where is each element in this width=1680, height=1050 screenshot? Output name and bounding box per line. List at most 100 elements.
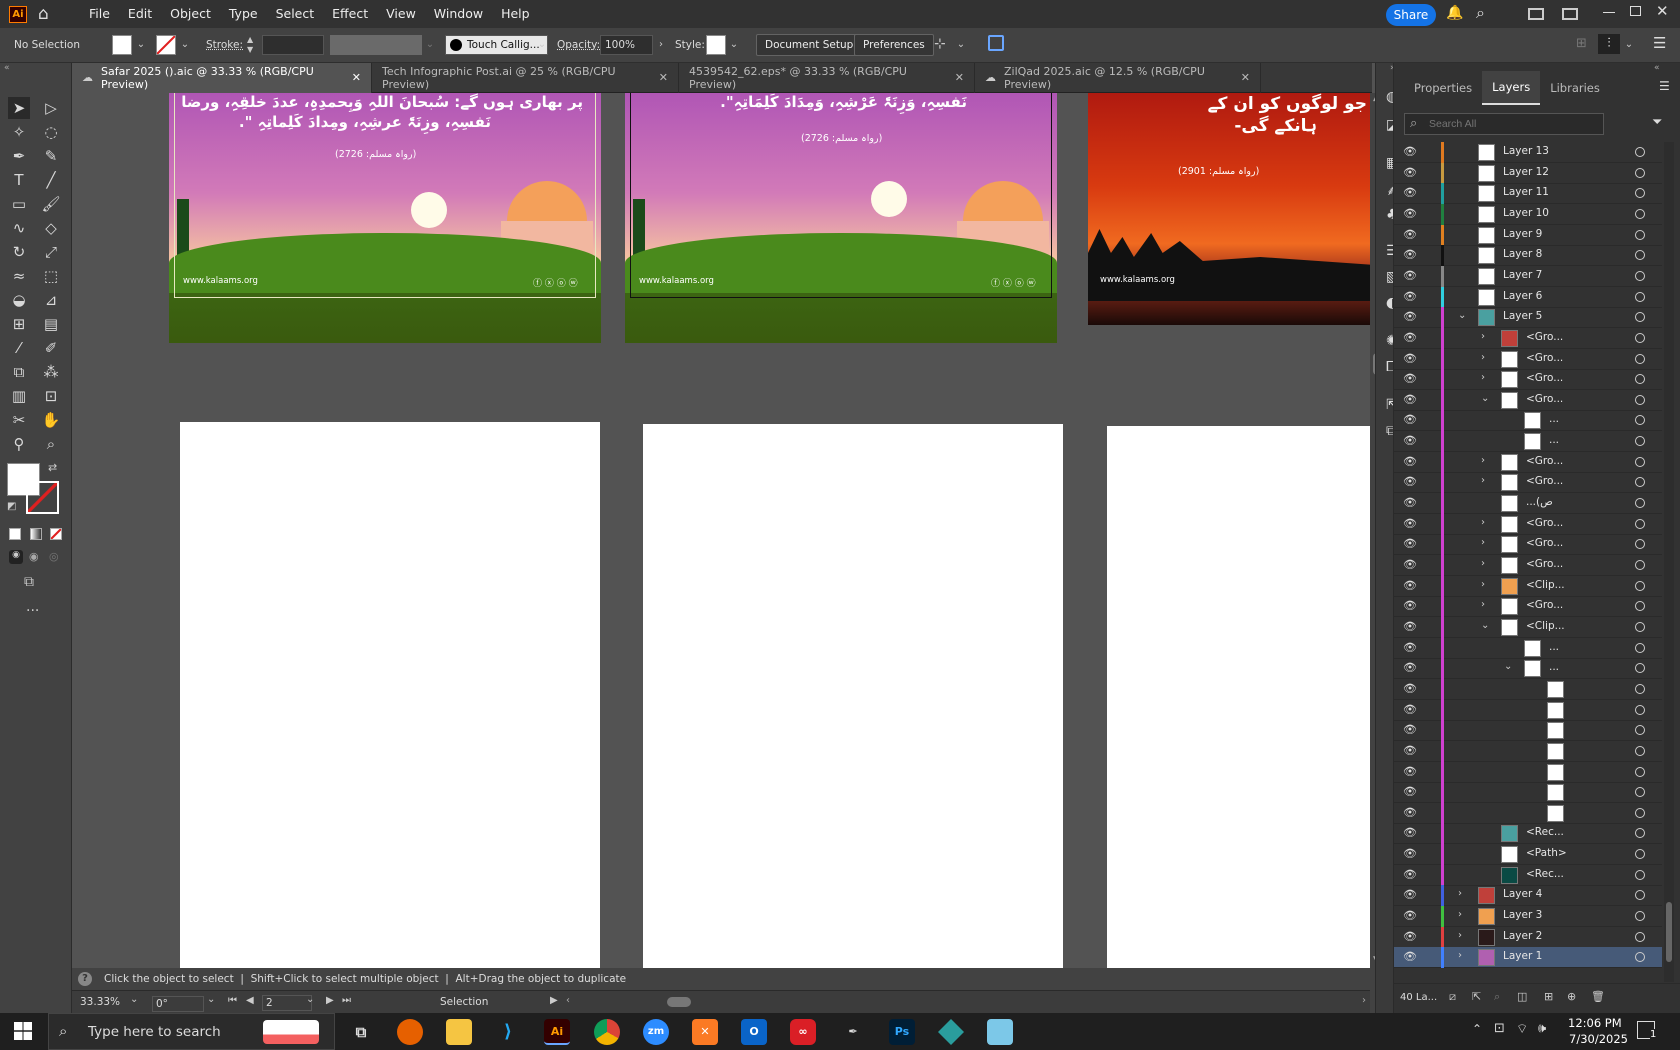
graphic-style-swatch[interactable] (706, 35, 726, 55)
visibility-eye-icon[interactable]: 👁 (1403, 435, 1419, 447)
target-circle-icon[interactable] (1635, 787, 1645, 798)
layer-row[interactable]: 👁 › Layer 1 (1394, 947, 1662, 969)
tab-zilqad-2025[interactable]: ☁ ZilQad 2025.aic @ 12.5 % (RGB/CPU Prev… (975, 62, 1261, 93)
target-circle-icon[interactable] (1635, 704, 1645, 715)
visibility-eye-icon[interactable]: 👁 (1403, 455, 1419, 468)
tab-close-icon[interactable]: ✕ (1241, 71, 1250, 84)
rotation-angle[interactable]: 0° (152, 996, 204, 1012)
scale-tool-icon[interactable]: ⤢ (40, 241, 62, 263)
variable-width-profile[interactable] (330, 35, 422, 55)
layer-row[interactable]: 👁 ...(ص (1394, 493, 1662, 515)
artboard-6[interactable] (1107, 426, 1375, 968)
opacity-field[interactable]: 100% (600, 35, 653, 55)
align-dropdown-icon[interactable]: ⌄ (954, 35, 968, 55)
target-circle-icon[interactable] (1635, 332, 1645, 343)
layer-row[interactable]: 👁 › <Gro... (1394, 534, 1662, 556)
visibility-eye-icon[interactable]: 👁 (1403, 393, 1419, 406)
none-mode-icon[interactable] (50, 528, 62, 540)
layer-row[interactable]: 👁 › <Gro... (1394, 451, 1662, 473)
layer-row[interactable]: 👁 (1394, 678, 1662, 700)
visibility-eye-icon[interactable]: 👁 (1403, 620, 1419, 633)
chevron-right-icon[interactable]: › (1481, 517, 1485, 528)
target-circle-icon[interactable] (1635, 167, 1645, 178)
target-circle-icon[interactable] (1635, 353, 1645, 364)
layer-row[interactable]: 👁 (1394, 699, 1662, 721)
chevron-down-icon[interactable]: ⌄ (1458, 310, 1466, 321)
target-circle-icon[interactable] (1635, 250, 1645, 261)
layer-row[interactable]: 👁 › <Gro... (1394, 555, 1662, 576)
tab-close-icon[interactable]: ✕ (955, 71, 964, 84)
new-sublayer-icon[interactable]: ⊞ (1544, 990, 1553, 1003)
artboard-2[interactable]: نَفسِہِ، وَزِنَۃَ عَرْشِہِ، وَمِدَادَ کَ… (625, 93, 1057, 343)
stroke-weight-field[interactable] (262, 35, 324, 55)
lasso-icon[interactable]: ◌ (40, 121, 62, 143)
target-circle-icon[interactable] (1635, 601, 1645, 612)
delete-layer-icon[interactable]: 🗑 (1591, 990, 1605, 1003)
visibility-eye-icon[interactable]: 👁 (1403, 703, 1419, 716)
layer-row[interactable]: 👁... (1394, 431, 1662, 453)
collapse-toolbar-icon[interactable]: « (4, 63, 10, 73)
target-circle-icon[interactable] (1635, 725, 1645, 736)
share-button[interactable]: Share (1386, 4, 1436, 26)
home-icon[interactable]: ⌂ (38, 4, 58, 24)
target-circle-icon[interactable] (1635, 374, 1645, 385)
layer-row[interactable]: 👁 (1394, 740, 1662, 762)
layers-scroll-thumb[interactable] (1666, 902, 1672, 962)
first-artboard-icon[interactable]: ⏮ (228, 995, 237, 1006)
visibility-eye-icon[interactable]: 👁 (1403, 579, 1419, 592)
artboard-1[interactable]: پر بھاری ہوں گے: سُبحانَ اللہِ وَبِحمدِہ… (169, 93, 601, 343)
layer-row[interactable]: 👁 Layer 7 (1394, 265, 1662, 287)
target-circle-icon[interactable] (1635, 539, 1645, 550)
visibility-eye-icon[interactable]: 👁 (1403, 848, 1419, 860)
target-circle-icon[interactable] (1635, 869, 1645, 880)
layer-row[interactable]: 👁 ⌄ Layer 5 (1394, 307, 1662, 329)
menu-edit[interactable]: Edit (119, 0, 161, 28)
visibility-eye-icon[interactable]: 👁 (1403, 497, 1419, 509)
arrange-documents-icon[interactable] (1528, 8, 1544, 20)
eyedropper-icon[interactable]: ⁄ (8, 337, 30, 359)
target-circle-icon[interactable] (1635, 477, 1645, 488)
target-circle-icon[interactable] (1635, 436, 1645, 447)
chevron-right-icon[interactable]: › (1481, 331, 1485, 342)
target-circle-icon[interactable] (1635, 745, 1645, 756)
chevron-right-icon[interactable]: › (1458, 950, 1462, 961)
perspective-grid-icon[interactable]: ⊿ (40, 289, 62, 311)
properties-panel-icon[interactable]: ⫶ (1598, 34, 1620, 54)
visibility-eye-icon[interactable]: 👁 (1403, 373, 1419, 385)
preferences-button[interactable]: Preferences (854, 34, 934, 56)
clock-date[interactable]: 7/30/2025 (1569, 1032, 1628, 1046)
canvas[interactable]: پر بھاری ہوں گے: سُبحانَ اللہِ وَبِحمدِہ… (72, 93, 1375, 968)
layer-row[interactable]: 👁 (1394, 782, 1662, 804)
vscode-icon[interactable]: ⟩ (495, 1019, 521, 1045)
brush-definition[interactable]: Touch Callig... (445, 35, 548, 55)
draw-behind-icon[interactable]: ◉ (29, 550, 39, 563)
zoom-level[interactable]: 33.33% (80, 996, 120, 1008)
file-explorer-icon[interactable] (446, 1019, 472, 1045)
panel-collapse-icon[interactable]: « (1654, 63, 1660, 73)
volume-icon[interactable]: 🕪 (1538, 1021, 1546, 1036)
visibility-eye-icon[interactable]: 👁 (1403, 517, 1419, 530)
profile-dropdown-icon[interactable]: ⌄ (423, 35, 437, 55)
puppet-warp-icon[interactable]: ⚲ (8, 433, 30, 455)
chevron-down-icon[interactable]: ⌄ (1481, 393, 1489, 404)
horizontal-scroll-thumb[interactable] (667, 997, 691, 1007)
angle-dropdown-icon[interactable]: ⌄ (207, 994, 215, 1005)
layer-row[interactable]: 👁 › <Gro... (1394, 472, 1662, 494)
stroke-dropdown-icon[interactable]: ⌄ (178, 35, 192, 55)
stroke-swatch[interactable] (156, 35, 176, 55)
align-icon[interactable]: ⊹ (934, 36, 946, 52)
export-layers-icon[interactable]: ⇱ (1472, 990, 1481, 1003)
visibility-eye-icon[interactable]: 👁 (1403, 269, 1419, 282)
artboard-tool-icon[interactable]: ⊡ (40, 385, 62, 407)
menu-file[interactable]: File (80, 0, 119, 28)
rotate-tool-icon[interactable]: ↻ (8, 241, 30, 263)
chevron-right-icon[interactable]: › (1481, 475, 1485, 486)
menu-help[interactable]: Help (492, 0, 539, 28)
target-circle-icon[interactable] (1635, 931, 1645, 942)
target-circle-icon[interactable] (1635, 560, 1645, 570)
chevron-down-icon[interactable]: ⌄ (1504, 661, 1512, 672)
type-tool-icon[interactable]: T (8, 169, 30, 191)
visibility-eye-icon[interactable]: 👁 (1403, 910, 1419, 922)
target-circle-icon[interactable] (1635, 291, 1645, 302)
measure-icon[interactable]: ✐ (40, 337, 62, 359)
